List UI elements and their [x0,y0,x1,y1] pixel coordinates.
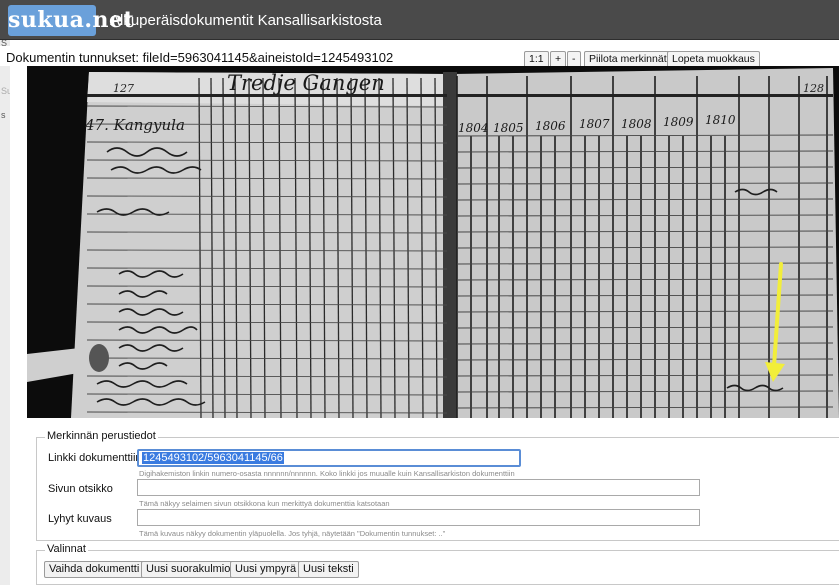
link-hint: Digihakemiston linkin numero-osasta nnnn… [139,469,515,478]
change-document-button[interactable]: Vaihda dokumentti [44,561,145,578]
new-rectangle-button[interactable]: Uusi suorakulmio [141,561,236,578]
page-title-label: Sivun otsikko [48,483,113,495]
year-1805: 1805 [493,121,524,135]
new-text-button[interactable]: Uusi teksti [298,561,359,578]
year-1809: 1809 [663,115,694,129]
edge-char: s [1,110,6,120]
year-1804: 1804 [458,121,489,135]
page-number-right: 128 [803,82,824,95]
link-label: Linkki dokumenttiin [48,452,142,464]
year-1810: 1810 [705,113,736,127]
page-title-hint: Tämä näkyy selaimen sivun otsikkona kun … [139,499,390,508]
document-image-viewer[interactable]: 127 Tredje Gangen 128 47. Kangyula 1804 … [27,66,839,418]
link-input[interactable]: 1245493102/5963041145/66 [137,449,521,467]
year-1807: 1807 [579,117,610,131]
short-description-hint: Tämä kuvaus näkyy dokumentin yläpuolella… [139,529,446,538]
app-title: Alkuperäisdokumentit Kansallisarkistosta [110,12,382,29]
app-root: D S C Suk s sukua.net Alkuperäisdokument… [0,0,839,585]
short-description-label: Lyhyt kuvaus [48,513,112,525]
new-circle-button[interactable]: Uusi ympyrä [230,561,302,578]
options-legend: Valinnat [45,543,88,555]
basics-legend: Merkinnän perustiedot [45,430,158,442]
edge-char: Suk [1,86,10,96]
document-identifiers: Dokumentin tunnukset: fileId=5963041145&… [6,50,394,65]
page-title-input[interactable] [137,479,700,496]
year-1808: 1808 [621,117,652,131]
link-input-value: 1245493102/5963041145/66 [142,452,284,464]
ledger-heading: Tredje Gangen [227,71,385,95]
background-page-edge: D S C Suk s [0,40,10,585]
top-header: sukua.net Alkuperäisdokumentit Kansallis… [0,0,839,40]
household-heading: 47. Kangyula [84,116,185,134]
short-description-input[interactable] [137,509,700,526]
scanned-ledger-image: 127 Tredje Gangen 128 47. Kangyula 1804 … [27,66,839,418]
site-logo[interactable]: sukua.net [8,5,134,36]
page-number-left: 127 [113,82,134,95]
year-1806: 1806 [535,119,566,133]
